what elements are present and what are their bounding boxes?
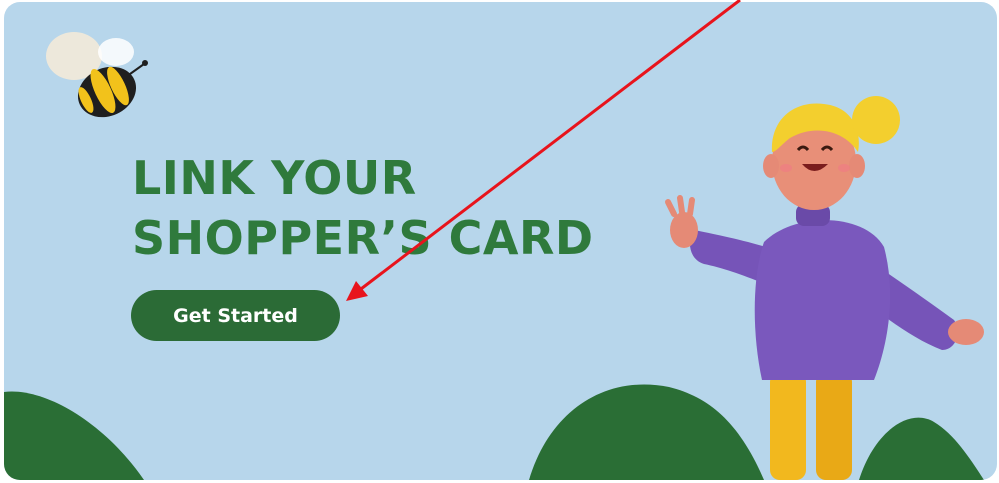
center-hill [529,384,764,480]
page: LINK YOUR SHOPPER’S CARD Get Started [0,0,999,483]
banner-headline: LINK YOUR SHOPPER’S CARD [132,148,594,268]
promo-banner: LINK YOUR SHOPPER’S CARD Get Started [4,2,997,480]
right-hill [859,417,984,480]
headline-line-2: SHOPPER’S CARD [132,211,594,265]
get-started-button[interactable]: Get Started [131,290,340,341]
bee-icon [46,32,148,118]
left-hill [4,391,144,480]
headline-line-1: LINK YOUR [132,151,417,205]
